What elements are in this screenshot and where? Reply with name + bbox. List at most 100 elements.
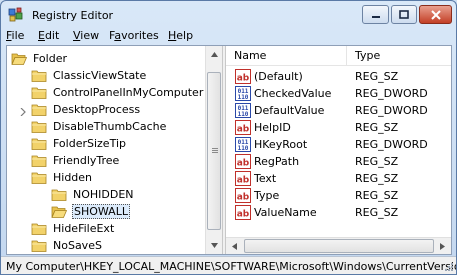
expand-arrow-icon[interactable] bbox=[19, 106, 27, 117]
client-area: Folder ClassicViewState ControlPanelInMyCo… bbox=[6, 45, 452, 255]
scroll-up-button[interactable] bbox=[206, 46, 222, 63]
value-row[interactable]: ab Text REG_SZ bbox=[226, 170, 451, 187]
folder-icon bbox=[31, 103, 47, 117]
tree-item-label: FolderSizeTip bbox=[53, 137, 126, 150]
values-list[interactable]: Name Type ab (Default) REG_SZ 011 110 Checked… bbox=[226, 46, 451, 254]
tree-item[interactable]: NoSaveS bbox=[31, 237, 103, 254]
tree-item[interactable]: ClassicViewState bbox=[31, 67, 147, 84]
menu-favorites[interactable]: Favorites bbox=[109, 28, 159, 43]
tree-item[interactable]: FriendlyTree bbox=[31, 152, 120, 169]
tree-item-label: HideFileExt bbox=[53, 222, 115, 235]
value-row[interactable]: ab Type REG_SZ bbox=[226, 187, 451, 204]
folder-icon bbox=[31, 137, 47, 151]
folder-icon bbox=[31, 239, 47, 253]
window-title: Registry Editor bbox=[32, 9, 114, 22]
value-row[interactable]: 011 110 CheckedValue REG_DWORD bbox=[226, 85, 451, 102]
menu-help[interactable]: Help bbox=[168, 28, 193, 43]
tree-item-label: FriendlyTree bbox=[53, 154, 120, 167]
tree-item[interactable]: SHOWALL bbox=[51, 203, 130, 220]
binary-value-icon: 011 110 bbox=[235, 103, 251, 118]
tree-scroll-thumb[interactable] bbox=[207, 72, 221, 230]
key-tree[interactable]: Folder ClassicViewState ControlPanelInMyCo… bbox=[7, 46, 222, 254]
chevron-right-icon bbox=[440, 243, 445, 250]
tree-item-label: SHOWALL bbox=[72, 204, 130, 219]
value-name: RegPath bbox=[254, 155, 300, 168]
tree-item[interactable]: Hidden bbox=[31, 169, 93, 186]
minimize-icon bbox=[371, 15, 380, 18]
maximize-button[interactable] bbox=[391, 5, 417, 24]
string-value-icon: ab bbox=[235, 120, 251, 135]
tree-item[interactable]: DisableThumbCache bbox=[31, 118, 167, 135]
open-folder-icon bbox=[11, 52, 28, 66]
list-horizontal-scrollbar[interactable] bbox=[226, 237, 451, 254]
value-name: Text bbox=[254, 172, 277, 185]
tree-item[interactable]: Folder bbox=[11, 50, 68, 67]
scroll-down-button[interactable] bbox=[206, 237, 222, 254]
scroll-right-button[interactable] bbox=[434, 238, 451, 254]
tree-item-label: ControlPanelInMyComputer bbox=[53, 86, 204, 99]
value-name: DefaultValue bbox=[254, 104, 325, 117]
value-name: HKeyRoot bbox=[254, 138, 308, 151]
chevron-left-icon bbox=[232, 243, 237, 250]
title-bar[interactable]: Registry Editor bbox=[1, 1, 456, 29]
svg-text:110: 110 bbox=[238, 145, 249, 152]
tree-item-label: ClassicViewState bbox=[53, 69, 147, 82]
column-name-header[interactable]: Name bbox=[226, 46, 347, 66]
list-scroll-thumb[interactable] bbox=[244, 239, 434, 253]
value-name: CheckedValue bbox=[254, 87, 332, 100]
svg-text:ab: ab bbox=[237, 74, 250, 84]
folder-icon bbox=[51, 188, 67, 202]
tree-vertical-scrollbar[interactable] bbox=[205, 46, 222, 254]
minimize-button[interactable] bbox=[362, 5, 389, 24]
status-bar: My Computer\HKEY_LOCAL_MACHINE\SOFTWARE\… bbox=[1, 256, 456, 274]
value-name: HelpID bbox=[254, 121, 291, 134]
close-icon bbox=[430, 9, 441, 20]
tree-item[interactable]: FolderSizeTip bbox=[31, 135, 127, 152]
open-folder-icon bbox=[31, 171, 47, 185]
maximize-icon bbox=[399, 10, 409, 19]
chevron-up-icon bbox=[211, 52, 218, 57]
value-type: REG_DWORD bbox=[355, 138, 428, 151]
tree-item-label: Hidden bbox=[53, 171, 93, 184]
value-row[interactable]: 011 110 HKeyRoot REG_DWORD bbox=[226, 136, 451, 153]
svg-text:ab: ab bbox=[237, 176, 250, 186]
string-value-icon: ab bbox=[235, 154, 251, 169]
svg-text:ab: ab bbox=[237, 210, 250, 220]
tree-item-label: NoSaveS bbox=[53, 239, 102, 252]
resize-grip-icon[interactable] bbox=[442, 260, 454, 272]
value-type: REG_DWORD bbox=[355, 87, 428, 100]
column-type-header[interactable]: Type bbox=[347, 46, 451, 66]
tree-item[interactable]: ControlPanelInMyComputer bbox=[31, 84, 204, 101]
value-type: REG_SZ bbox=[355, 70, 399, 83]
value-type: REG_DWORD bbox=[355, 104, 428, 117]
value-type: REG_SZ bbox=[355, 206, 399, 219]
value-row[interactable]: ab HelpID REG_SZ bbox=[226, 119, 451, 136]
value-type: REG_SZ bbox=[355, 172, 399, 185]
folder-icon bbox=[31, 154, 47, 168]
chevron-down-icon bbox=[211, 243, 218, 248]
tree-item-label: Folder bbox=[33, 52, 67, 65]
menu-edit[interactable]: Edit bbox=[38, 28, 59, 43]
folder-icon bbox=[31, 86, 47, 100]
value-name: ValueName bbox=[254, 206, 317, 219]
value-row[interactable]: 011 110 DefaultValue REG_DWORD bbox=[226, 102, 451, 119]
close-button[interactable] bbox=[419, 5, 452, 24]
value-row[interactable]: ab ValueName REG_SZ bbox=[226, 204, 451, 221]
registry-editor-app-icon bbox=[8, 7, 23, 22]
svg-text:ab: ab bbox=[237, 193, 250, 203]
tree-item[interactable]: NOHIDDEN bbox=[51, 186, 135, 203]
value-type: REG_SZ bbox=[355, 155, 399, 168]
tree-item[interactable]: DesktopProcess bbox=[31, 101, 141, 118]
folder-icon bbox=[51, 205, 68, 219]
tree-item-label: NOHIDDEN bbox=[73, 188, 134, 201]
value-type: REG_SZ bbox=[355, 189, 399, 202]
value-row[interactable]: ab RegPath REG_SZ bbox=[226, 153, 451, 170]
menu-file[interactable]: File bbox=[6, 28, 24, 43]
menu-view[interactable]: View bbox=[73, 28, 99, 43]
tree-item-label: DisableThumbCache bbox=[53, 120, 167, 133]
value-row[interactable]: ab (Default) REG_SZ bbox=[226, 68, 451, 85]
binary-value-icon: 011 110 bbox=[235, 86, 251, 101]
string-value-icon: ab bbox=[235, 188, 251, 203]
tree-item[interactable]: HideFileExt bbox=[31, 220, 115, 237]
scroll-left-button[interactable] bbox=[226, 238, 243, 254]
